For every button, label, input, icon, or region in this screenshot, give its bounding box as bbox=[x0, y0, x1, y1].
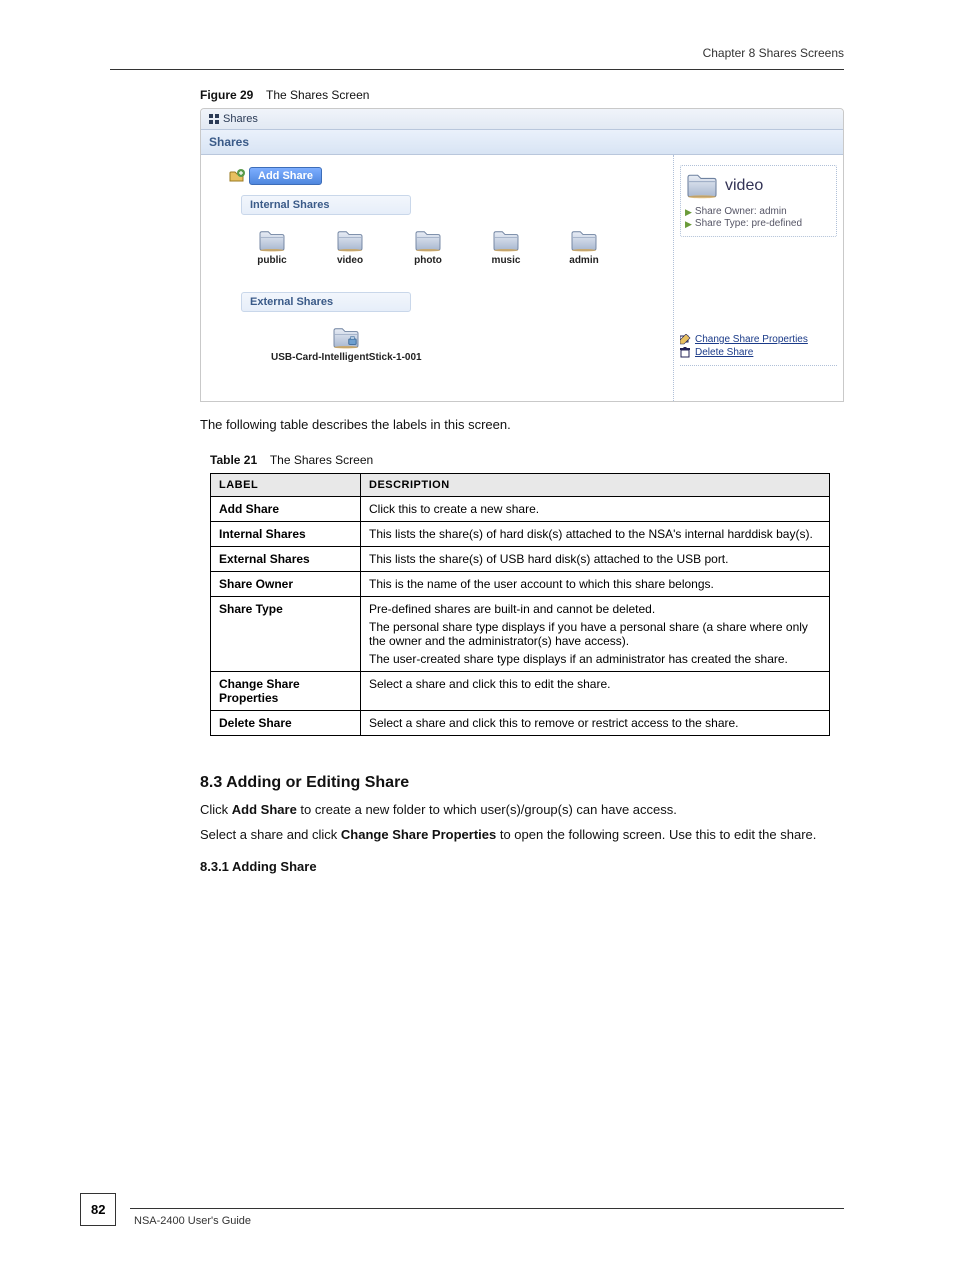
table-row: Delete ShareSelect a share and click thi… bbox=[211, 710, 830, 735]
window-title: Shares bbox=[223, 113, 258, 125]
table-cell-desc: This is the name of the user account to … bbox=[361, 571, 830, 596]
bullet-icon: ▶ bbox=[685, 207, 692, 218]
paragraph: Click Add Share to create a new folder t… bbox=[200, 800, 844, 820]
external-shares-row: USB-Card-IntelligentStick-1-001 bbox=[241, 326, 663, 363]
folder-icon bbox=[414, 229, 442, 253]
external-folder-icon bbox=[332, 326, 360, 350]
section-heading: 8.3 Adding or Editing Share bbox=[200, 774, 954, 792]
paragraph: Select a share and click Change Share Pr… bbox=[200, 825, 844, 845]
screenshot-panel: Shares Shares Add Share Internal Shares … bbox=[200, 108, 844, 402]
folder-icon bbox=[492, 229, 520, 253]
external-shares-header: External Shares bbox=[241, 292, 411, 312]
add-share-icon bbox=[229, 169, 245, 183]
page-number: 82 bbox=[80, 1193, 116, 1226]
chapter-text: Chapter 8 Shares Screens bbox=[703, 46, 844, 60]
share-external-usb[interactable]: USB-Card-IntelligentStick-1-001 bbox=[271, 326, 422, 363]
share-label: video bbox=[337, 255, 363, 266]
folder-icon bbox=[685, 172, 719, 200]
share-actions: Change Share Properties Delete Share bbox=[680, 333, 837, 366]
edit-icon bbox=[680, 334, 691, 345]
labels-table: LABEL DESCRIPTION Add ShareClick this to… bbox=[210, 473, 830, 736]
share-label: public bbox=[257, 255, 286, 266]
table-cell-label: Internal Shares bbox=[211, 521, 361, 546]
trash-icon bbox=[680, 347, 691, 358]
share-label: USB-Card-IntelligentStick-1-001 bbox=[271, 352, 422, 363]
shares-header: Shares bbox=[201, 130, 843, 155]
share-owner-row: ▶ Share Owner: admin bbox=[685, 206, 832, 218]
body-text: The following table describes the labels… bbox=[200, 416, 844, 435]
table-cell-desc: Select a share and click this to remove … bbox=[361, 710, 830, 735]
sub-heading: 8.3.1 Adding Share bbox=[200, 859, 954, 874]
share-video[interactable]: video bbox=[325, 229, 375, 266]
share-details-panel: video ▶ Share Owner: admin ▶ Share Type:… bbox=[680, 165, 837, 237]
share-music[interactable]: music bbox=[481, 229, 531, 266]
window-titlebar: Shares bbox=[201, 109, 843, 130]
table-cell-desc: Click this to create a new share. bbox=[361, 496, 830, 521]
share-photo[interactable]: photo bbox=[403, 229, 453, 266]
delete-share-link[interactable]: Delete Share bbox=[680, 346, 837, 359]
internal-shares-header: Internal Shares bbox=[241, 195, 411, 215]
table-row: Add ShareClick this to create a new shar… bbox=[211, 496, 830, 521]
folder-icon bbox=[570, 229, 598, 253]
page-footer: 82 NSA-2400 User's Guide bbox=[80, 1193, 844, 1227]
table-cell-label: Share Type bbox=[211, 596, 361, 671]
table-cell-label: Add Share bbox=[211, 496, 361, 521]
internal-shares-row: public video photo music admin bbox=[241, 229, 663, 266]
table-row: Share TypePre-defined shares are built-i… bbox=[211, 596, 830, 671]
table-cell-label: Share Owner bbox=[211, 571, 361, 596]
table-header: LABEL bbox=[211, 473, 361, 496]
footer-text: NSA-2400 User's Guide bbox=[134, 1215, 844, 1227]
table-cell-desc: Pre-defined shares are built-in and cann… bbox=[361, 596, 830, 671]
share-public[interactable]: public bbox=[247, 229, 297, 266]
folder-icon bbox=[336, 229, 364, 253]
change-share-properties-link[interactable]: Change Share Properties bbox=[680, 333, 837, 346]
table-caption: Table 21 The Shares Screen bbox=[210, 453, 954, 467]
share-label: music bbox=[492, 255, 521, 266]
table-cell-desc: This lists the share(s) of hard disk(s) … bbox=[361, 521, 830, 546]
selected-share-title: video bbox=[725, 177, 763, 195]
share-label: admin bbox=[569, 255, 598, 266]
table-cell-label: External Shares bbox=[211, 546, 361, 571]
table-row: Internal SharesThis lists the share(s) o… bbox=[211, 521, 830, 546]
share-admin[interactable]: admin bbox=[559, 229, 609, 266]
folder-icon bbox=[258, 229, 286, 253]
add-share-button[interactable]: Add Share bbox=[249, 167, 322, 185]
table-cell-desc: This lists the share(s) of USB hard disk… bbox=[361, 546, 830, 571]
table-header: DESCRIPTION bbox=[361, 473, 830, 496]
shares-icon bbox=[209, 114, 219, 124]
share-type-row: ▶ Share Type: pre-defined bbox=[685, 218, 832, 230]
table-cell-label: Delete Share bbox=[211, 710, 361, 735]
table-row: Change Share PropertiesSelect a share an… bbox=[211, 671, 830, 710]
table-cell-label: Change Share Properties bbox=[211, 671, 361, 710]
table-row: Share OwnerThis is the name of the user … bbox=[211, 571, 830, 596]
share-label: photo bbox=[414, 255, 442, 266]
table-cell-desc: Select a share and click this to edit th… bbox=[361, 671, 830, 710]
bullet-icon: ▶ bbox=[685, 219, 692, 230]
figure-caption: Figure 29 The Shares Screen bbox=[200, 88, 954, 102]
table-row: External SharesThis lists the share(s) o… bbox=[211, 546, 830, 571]
